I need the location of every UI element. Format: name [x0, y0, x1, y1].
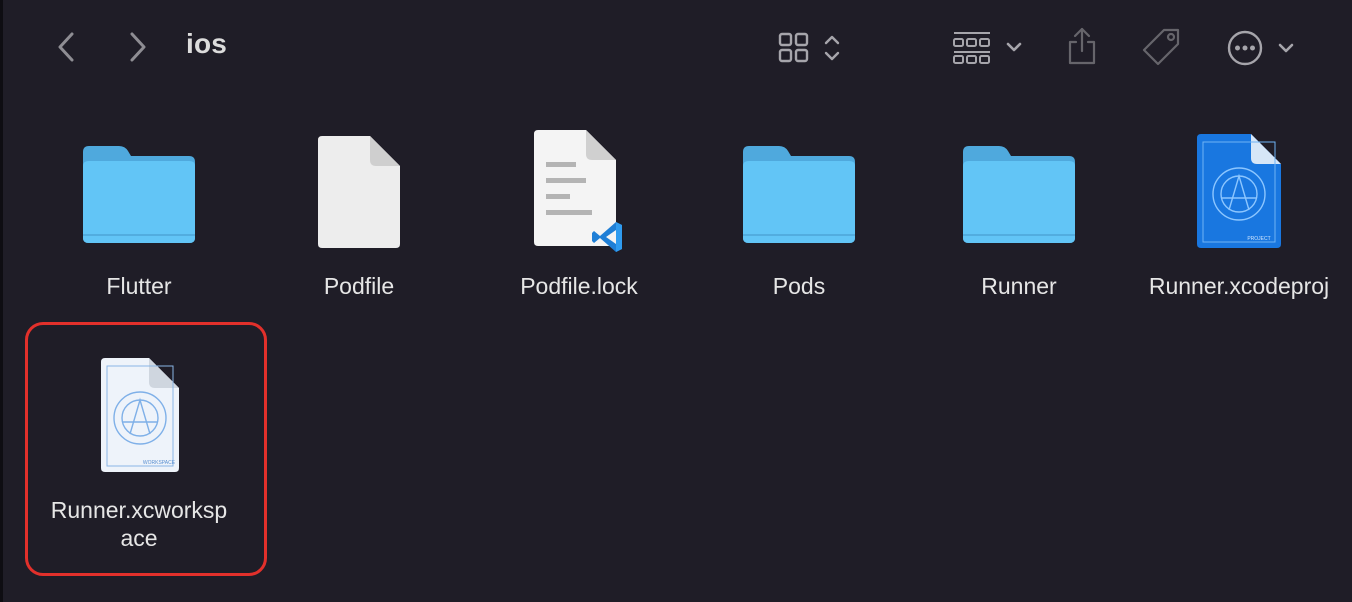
document-icon: [249, 134, 469, 250]
folder-icon: [29, 142, 249, 244]
file-label: Flutter: [106, 273, 172, 299]
xcode-project-icon: PROJECT: [1129, 132, 1349, 252]
window-title: ios: [186, 28, 228, 59]
finder-window: ios Flutter Podfile Podfile.lock Pods Ru…: [0, 0, 1352, 602]
xcode-workspace-icon: WORKSPACE: [29, 356, 249, 476]
file-label-line-2: ace: [120, 525, 158, 551]
file-label: Podfile: [323, 273, 395, 299]
workspace-caption: WORKSPACE: [143, 460, 176, 466]
folder-icon: [689, 142, 909, 244]
file-label: Runner.xcworksp ace: [29, 496, 249, 552]
share-icon: [1068, 27, 1096, 65]
project-caption: PROJECT: [1247, 236, 1270, 242]
group-icon: [953, 32, 1022, 64]
share-button[interactable]: [1062, 24, 1102, 68]
tag-icon: [1142, 28, 1180, 66]
chevron-right-icon: [130, 32, 146, 62]
tag-button[interactable]: [1138, 24, 1186, 70]
ellipsis-icon: [1227, 30, 1294, 66]
vscode-document-icon: [469, 128, 689, 256]
file-item-podfile[interactable]: Podfile: [249, 128, 469, 308]
file-label: Pods: [772, 273, 826, 299]
file-item-flutter[interactable]: Flutter: [29, 128, 249, 308]
toolbar: ios: [0, 0, 1352, 96]
file-item-runner-xcworkspace[interactable]: WORKSPACE Runner.xcworksp ace: [29, 352, 249, 572]
file-item-pods[interactable]: Pods: [689, 128, 909, 308]
file-label: Podfile.lock: [520, 273, 638, 299]
file-item-runner-xcodeproj[interactable]: PROJECT Runner.xcodeproj: [1129, 128, 1349, 308]
back-button[interactable]: [50, 28, 82, 66]
file-label-line-1: Runner.xcworksp: [50, 497, 228, 523]
forward-button[interactable]: [122, 28, 154, 66]
file-label: Runner: [981, 273, 1057, 299]
chevron-left-icon: [58, 32, 74, 62]
file-item-podfile-lock[interactable]: Podfile.lock: [469, 128, 689, 308]
file-item-runner[interactable]: Runner: [909, 128, 1129, 308]
more-button[interactable]: [1224, 26, 1300, 70]
file-label: Runner.xcodeproj: [1148, 273, 1330, 299]
folder-icon: [909, 142, 1129, 244]
group-button[interactable]: [948, 28, 1028, 68]
view-mode-button[interactable]: [772, 28, 848, 68]
grid-view-icon: [778, 32, 840, 63]
